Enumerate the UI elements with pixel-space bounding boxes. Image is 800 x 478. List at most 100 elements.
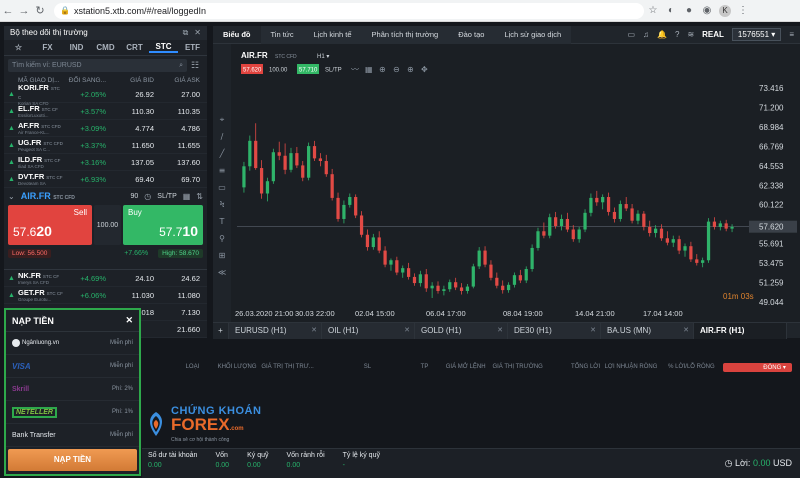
market-tab[interactable]: STC [149,42,178,53]
menu-icon[interactable]: ⋮ [734,5,752,16]
market-tab[interactable]: FX [33,43,62,52]
chart-sltp[interactable]: SL/TP [325,68,342,74]
payment-method[interactable]: Skrill Phí: 2% [6,378,139,401]
account-stat-value: 0.00 [286,462,301,469]
window-icon[interactable]: ▭ [627,30,635,39]
close-icon[interactable]: ✕ [683,323,689,339]
sell-label: Sell [73,208,87,217]
compare-icon[interactable]: ⇅ [196,192,203,201]
market-tab[interactable]: CRT [120,43,149,52]
chart-toolbar-item[interactable]: Tin tức [260,25,304,44]
chart-sell-price: 57.620 [243,68,262,74]
payment-method[interactable]: Bank Transfer Miễn phí [6,424,139,447]
sell-button[interactable]: Sell 57.620 [8,205,92,245]
drawing-tool-icon[interactable]: T [219,217,225,226]
chart-tab[interactable]: DE30 (H1) ✕ [508,323,601,339]
deposit-button[interactable]: NẠP TIỀN [8,449,137,471]
avatar[interactable]: K [719,4,731,17]
clock-icon[interactable]: ◷ [144,192,151,201]
market-tab[interactable]: IND [62,43,91,52]
bell-icon[interactable]: ♫ [643,30,649,39]
instrument-row[interactable]: ▲ KORI.FR STC C Korian SA CFD +2.05% 26.92 27.… [4,83,207,106]
chart-tab[interactable]: OIL (H1) ✕ [322,323,415,339]
drawing-tool-icon[interactable]: ≡ [219,166,226,175]
sltp-button[interactable]: SL/TP [157,193,176,200]
col-ask[interactable]: GIÁ ASK [154,77,200,84]
drawing-tool-icon[interactable]: ⊞ [219,251,226,260]
instrument-row[interactable]: ▲ NK.FR STC CF Imerys SA CFD +4.69% 24.10 24.6… [4,270,207,287]
drawing-tool-icon[interactable]: ≪ [218,268,226,277]
chart-toolbar-item[interactable]: Biểu đồ [213,26,261,44]
chart-tool-icon[interactable]: ▦ [365,65,373,74]
extension-icon[interactable]: ◐ [662,5,680,16]
instrument-row[interactable]: ▲ EL.FR STC CF EssilorLuxotti... +3.57% 110.3… [4,103,207,120]
calendar-icon[interactable]: ▦ [183,192,191,201]
payment-method[interactable]: VISA Miễn phí [6,355,139,378]
close-icon[interactable]: ✕ [194,26,201,40]
chart-tab[interactable]: BA.US (MN) ✕ [601,323,694,339]
search-input[interactable]: Tìm kiếm ví: EURUSD ⌕ [8,58,187,72]
chart-tool-icon[interactable]: ✥ [421,65,428,74]
drawing-tool-icon[interactable]: Ϟ [219,200,224,209]
drawing-tool-icon[interactable]: ⌖ [220,115,225,124]
instrument-row[interactable]: ▲ UG.FR STC CFD Peugeot SA C... +3.37% 11.650… [4,137,207,154]
chart-tab[interactable]: GOLD (H1) ✕ [415,323,508,339]
trade-volume[interactable]: 90 [131,193,139,200]
market-tab[interactable]: ETF [178,43,207,52]
instrument-row[interactable]: ▲ DVT.FR STC CF Devoteam SA +6.93% 69.40 69.70 [4,171,207,188]
candlestick-chart[interactable]: ⌖∕╱≡▭ϞT⚲⊞≪AIR.FR STC CFD H1 ▾57.620 100.00 5… [213,44,800,322]
add-chart-tab-button[interactable]: + [213,323,229,339]
chart-toolbar-item[interactable]: Đào tạo [448,25,495,44]
close-positions-button[interactable]: ĐÓNG ▾ [722,362,792,372]
col-bid[interactable]: GIÁ BID [106,77,154,84]
extension-icon[interactable]: ◉ [698,5,716,16]
close-icon[interactable]: ✕ [311,323,317,339]
chart-tab[interactable]: EURUSD (H1) ✕ [229,323,322,339]
account-stat-value: 0.00 [247,462,261,469]
symbol-text: EL.FR [18,104,40,113]
menu-icon[interactable]: ≡ [789,30,794,39]
chart-tool-icon[interactable]: ⊕ [407,65,414,74]
market-tab[interactable]: CMD [91,43,120,52]
drawing-tool-icon[interactable]: ⚲ [219,234,225,243]
instrument-row[interactable]: ▲ ILD.FR STC CF Iliad SA CFD +3.16% 137.05 137… [4,154,207,171]
back-icon[interactable]: ← [0,5,16,17]
close-icon[interactable]: ✕ [125,315,133,326]
candle-body [477,250,481,267]
volume-input[interactable]: 100.00 [94,205,121,245]
close-icon[interactable]: ✕ [497,323,503,339]
chart-tool-icon[interactable]: ⊕ [379,65,386,74]
buy-button[interactable]: Buy 57.710 [123,205,203,245]
col-change[interactable]: ĐỔI SANG... [64,77,106,84]
notification-icon[interactable]: 🔔 [657,30,667,39]
address-bar[interactable]: 🔒 xstation5.xtb.com/#/real/loggedIn [54,2,644,19]
payment-method[interactable]: Ngânluong.vn Miễn phí [6,332,139,355]
close-icon[interactable]: ✕ [404,323,410,339]
chevron-down-icon[interactable]: ⌄ [8,192,15,201]
chart-tool-icon[interactable]: ⊖ [393,65,400,74]
instrument-row[interactable]: ▲ AF.FR STC CFD Air France-KL... +3.09% 4.774… [4,120,207,137]
star-icon[interactable]: ☆ [644,5,662,16]
chart-toolbar-item[interactable]: Lịch sử giao dịch [494,25,572,44]
extension-icon[interactable]: ● [680,5,698,16]
instrument-row[interactable]: ▲ GET.FR STC CF Groupe Eurotu... +6.06% 11.03… [4,287,207,304]
close-icon[interactable]: ✕ [590,323,596,339]
candle-body [436,285,440,291]
instrument-symbol: DVT.FR STC CF [18,172,64,181]
chart-toolbar-item[interactable]: Phân tích thị trường [361,25,449,44]
candle-body [401,268,405,273]
chart-tab[interactable]: AIR.FR (H1) [694,323,787,339]
grid-view-icon[interactable]: ☷ [191,60,203,71]
interval-selector[interactable]: H1 ▾ [317,54,329,60]
help-icon[interactable]: ? [675,30,679,39]
popout-icon[interactable]: ⧉ [183,26,189,40]
drawing-tool-icon[interactable]: ∕ [221,132,224,141]
market-tab[interactable]: ☆ [4,43,33,52]
chart-tool-icon[interactable]: 〰 [351,65,359,74]
drawing-tool-icon[interactable]: ▭ [218,183,226,192]
reload-icon[interactable]: ↻ [32,4,48,17]
chart-toolbar-item[interactable]: Lịch kinh tế [303,25,362,44]
forward-icon[interactable]: → [16,5,32,17]
account-selector[interactable]: 1576551 ▾ [731,28,782,41]
payment-method[interactable]: NETELLER Phí: 1% [6,401,139,424]
